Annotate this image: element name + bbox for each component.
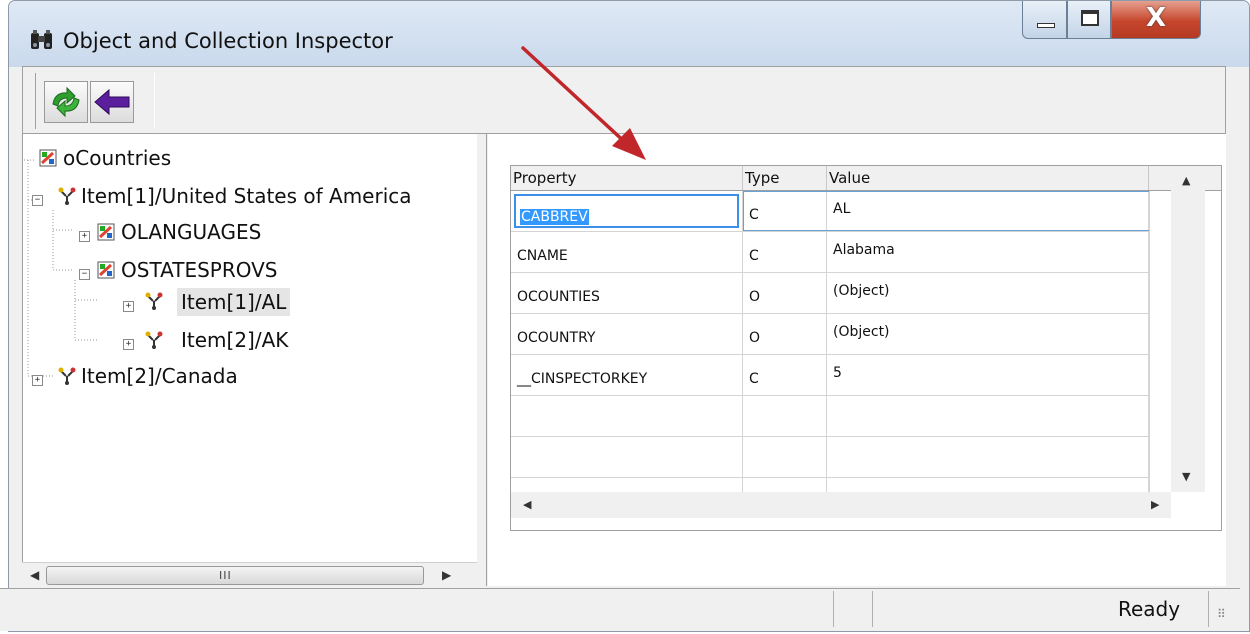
- status-bar: Ready ⠿: [0, 588, 1240, 631]
- status-text: Ready: [1118, 597, 1181, 621]
- status-divider: [872, 591, 873, 627]
- annotation-arrow-line: [521, 46, 630, 147]
- status-divider: [1208, 591, 1209, 627]
- annotation-layer: [521, 46, 646, 160]
- status-divider: [833, 591, 834, 627]
- resize-grip-icon[interactable]: ⠿: [1217, 607, 1226, 621]
